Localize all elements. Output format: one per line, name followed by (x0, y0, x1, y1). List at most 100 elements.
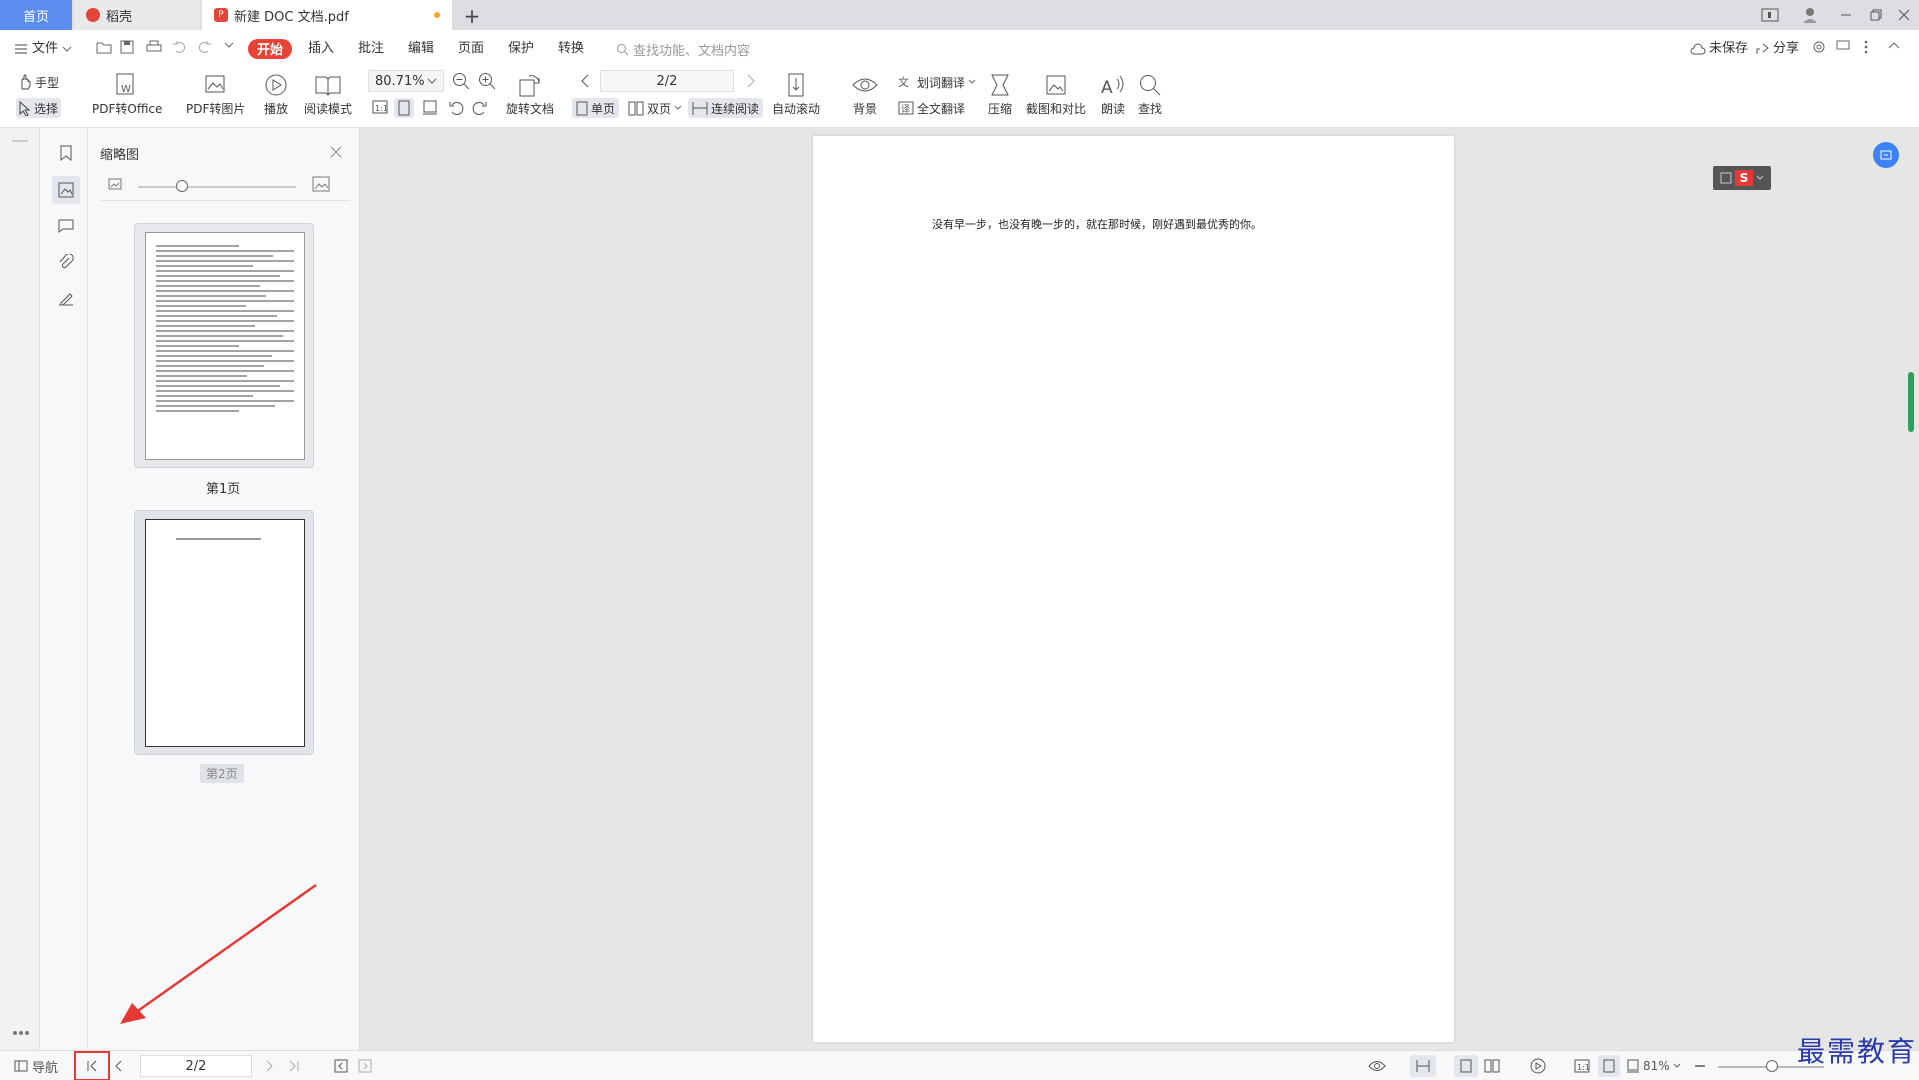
pdf-to-office-button[interactable]: W PDF转Office (92, 70, 162, 117)
play-button[interactable]: 播放 (264, 70, 288, 117)
zoom-in-icon[interactable] (478, 72, 496, 90)
layout-icon[interactable] (1760, 6, 1780, 24)
page-number-input[interactable]: 2/2 (600, 70, 734, 92)
zoom-status-select[interactable]: 81% (1626, 1057, 1681, 1075)
collapse-icon[interactable] (1888, 40, 1900, 58)
open-icon[interactable] (96, 40, 112, 58)
forward-icon[interactable] (358, 1057, 372, 1075)
settings-icon[interactable] (1812, 40, 1826, 58)
more-dropdown-icon[interactable] (224, 40, 234, 58)
zoom-select[interactable]: 80.71% (368, 70, 444, 92)
compress-button[interactable]: 压缩 (988, 70, 1012, 117)
small-thumb-icon[interactable] (108, 178, 122, 190)
close-icon[interactable] (1894, 6, 1914, 24)
read-mode-button[interactable]: 阅读模式 (304, 70, 352, 117)
pdf-to-image-button[interactable]: PDF转图片 (186, 70, 245, 117)
input-method-widget[interactable]: S (1713, 166, 1771, 190)
select-tool-button[interactable]: 选择 (16, 98, 62, 118)
read-aloud-button[interactable]: A 朗读 (1100, 70, 1126, 117)
bookmark-icon[interactable] (56, 143, 76, 163)
redo-icon[interactable] (198, 40, 212, 58)
restore-icon[interactable] (1866, 6, 1886, 24)
eye-care-icon[interactable] (1368, 1057, 1386, 1075)
fit-page-status-icon[interactable] (1598, 1055, 1620, 1077)
zoom-slider-handle[interactable] (1766, 1060, 1778, 1072)
file-menu[interactable]: 文件 (14, 40, 72, 58)
slider-handle[interactable] (176, 180, 188, 192)
zoom-out-status-icon[interactable] (1694, 1057, 1706, 1075)
tab-convert[interactable]: 转换 (558, 40, 584, 58)
next-page-icon[interactable] (746, 74, 756, 88)
save-icon[interactable] (120, 40, 134, 58)
single-page-button[interactable]: 单页 (572, 98, 620, 118)
comment-icon[interactable] (56, 216, 76, 236)
svg-text:1:1: 1:1 (1577, 1063, 1590, 1072)
auto-scroll-button[interactable]: 自动滚动 (772, 70, 820, 117)
actual-size-status-icon[interactable]: 1:1 (1574, 1057, 1590, 1075)
unsaved-status[interactable]: 未保存 (1690, 40, 1748, 58)
hand-tool-button[interactable]: 手型 (18, 72, 59, 92)
pdf-to-image-icon (203, 70, 229, 100)
find-button[interactable]: 查找 (1138, 70, 1162, 117)
single-page-status-icon[interactable] (1454, 1055, 1478, 1077)
search-box[interactable]: 查找功能、文档内容 (616, 40, 750, 59)
print-icon[interactable] (146, 40, 162, 58)
navigation-toggle[interactable]: 导航 (14, 1057, 58, 1076)
first-page-button[interactable] (74, 1051, 110, 1080)
play-status-icon[interactable] (1530, 1057, 1546, 1075)
avatar[interactable] (1800, 6, 1820, 24)
rotate-right-icon[interactable] (472, 100, 488, 116)
tab-protect[interactable]: 保护 (508, 40, 534, 58)
status-page-input[interactable]: 2/2 (140, 1055, 252, 1077)
close-panel-icon[interactable] (330, 146, 342, 158)
tab-page[interactable]: 页面 (458, 40, 484, 58)
thumbnail-page-2[interactable] (134, 510, 314, 755)
tab-document[interactable]: P 新建 DOC 文档.pdf (202, 0, 452, 30)
tab-annotate[interactable]: 批注 (358, 40, 384, 58)
word-translate-button[interactable]: 文 划词翻译 (898, 72, 976, 92)
rotate-left-icon[interactable] (448, 100, 464, 116)
thumbnail-view-icon[interactable] (52, 176, 80, 204)
minimize-icon[interactable] (1836, 6, 1856, 24)
tab-home[interactable]: 首页 (0, 0, 72, 30)
vertical-scrollbar[interactable] (1908, 372, 1914, 432)
fit-width-icon[interactable] (422, 100, 438, 116)
more-options-icon[interactable] (12, 1030, 30, 1036)
actual-size-icon[interactable]: 1:1 (372, 100, 388, 114)
fit-page-icon[interactable] (394, 98, 414, 118)
tab-insert[interactable]: 插入 (308, 40, 334, 58)
background-button[interactable]: 背景 (852, 70, 878, 117)
screenshot-compare-button[interactable]: 截图和对比 (1026, 70, 1086, 117)
back-icon[interactable] (334, 1057, 348, 1075)
continuous-read-button[interactable]: 连续阅读 (688, 98, 764, 118)
add-tab-icon[interactable]: + (462, 4, 482, 28)
double-page-button[interactable]: 双页 (628, 98, 682, 118)
tab-start[interactable]: 开始 (248, 39, 292, 59)
document-page[interactable] (813, 136, 1454, 1042)
share-button[interactable]: 分享 (1756, 40, 1799, 58)
next-page-status-icon[interactable] (266, 1057, 274, 1075)
cloud-icon (1690, 43, 1706, 55)
full-translate-button[interactable]: 译 全文翻译 (898, 98, 965, 118)
double-page-status-icon[interactable] (1484, 1057, 1500, 1075)
thumbnail-page-1[interactable] (134, 223, 314, 468)
floating-assistant-icon[interactable] (1873, 142, 1899, 168)
prev-page-icon[interactable] (580, 74, 590, 88)
prev-page-status-icon[interactable] (114, 1057, 122, 1075)
zoom-out-icon[interactable] (452, 72, 470, 90)
undo-icon[interactable] (172, 40, 186, 58)
attachment-icon[interactable] (56, 252, 76, 272)
svg-text:A: A (1101, 78, 1113, 97)
tab-edit[interactable]: 编辑 (408, 40, 434, 58)
large-thumb-icon[interactable] (312, 176, 330, 192)
signature-icon[interactable] (56, 288, 76, 308)
grip-icon[interactable] (12, 140, 28, 142)
unsaved-label: 未保存 (1709, 41, 1749, 56)
thumb-size-slider[interactable] (138, 186, 296, 188)
tab-daoke[interactable]: 稻壳 (74, 0, 200, 30)
last-page-icon[interactable] (288, 1057, 300, 1075)
more-icon[interactable] (1864, 40, 1868, 58)
rotate-document-button[interactable]: 旋转文档 (506, 70, 554, 117)
continuous-mode-icon[interactable] (1410, 1055, 1436, 1077)
message-icon[interactable] (1836, 40, 1850, 58)
